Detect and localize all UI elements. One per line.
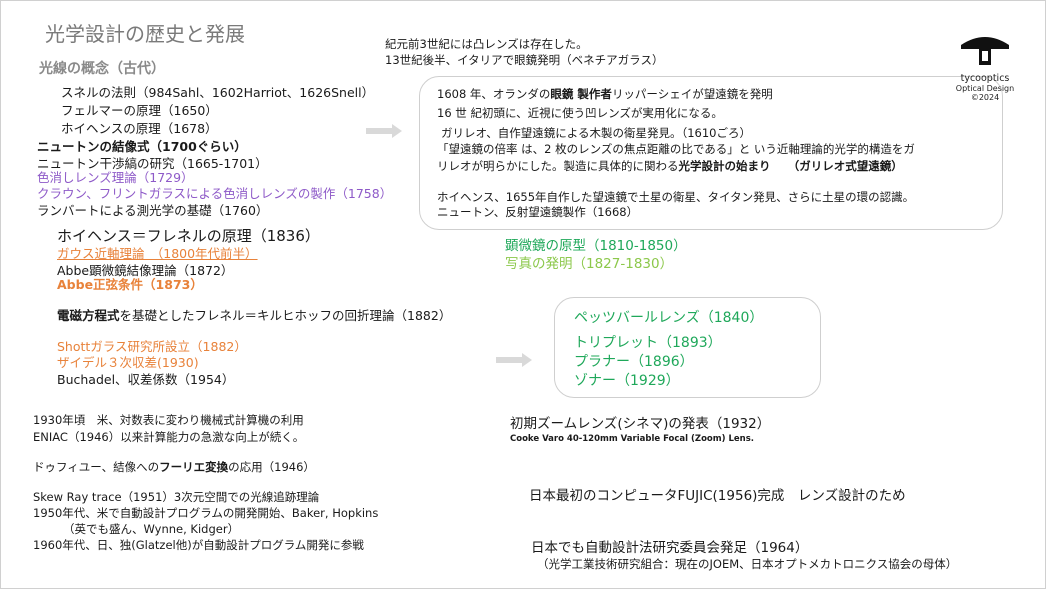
seidel-aberration: ザイデル３次収差(1930) — [57, 355, 199, 370]
auto-design-us: 1950年代、米で自動設計プログラムの開発開始、Baker, Hopkins — [33, 506, 379, 520]
snell-law: スネルの法則（984Sahl、1602Harriot、1626Snell） — [61, 85, 375, 100]
petzval-lens: ペッツバールレンズ（1840） — [574, 310, 764, 326]
huygens-titan: ホイヘンス、1655年自作した望遠鏡で土星の衛星、タイタン発見、さらに土星の環の… — [437, 190, 915, 204]
schott-institute: Shottガラス研究所設立（1882） — [57, 339, 247, 354]
computing-eniac: ENIAC（1946）以来計算能力の急激な向上が続く。 — [33, 430, 305, 444]
concave-lens: 16 世 紀初頭に、近視に使う凹レンズが実用化になる。 — [437, 106, 723, 120]
zoom-lens-subtitle: Cooke Varo 40-120mm Variable Focal (Zoom… — [510, 434, 754, 444]
tycooptics-logo-icon — [961, 37, 1009, 65]
huygens-principle: ホイヘンスの原理（1678） — [61, 121, 218, 136]
zoom-lens-title: 初期ズームレンズ(シネマ)の発表（1932） — [510, 416, 771, 432]
duffieux-pre: ドゥフィユー、結像への — [33, 460, 160, 474]
logo-name: tycooptics — [960, 73, 1010, 84]
logo-sub: Optical Design — [955, 84, 1015, 93]
photography-invention: 写真の発明（1827-1830） — [505, 256, 674, 272]
newton-imaging: ニュートンの結像式（1700ぐらい） — [37, 139, 247, 154]
fermat-principle: フェルマーの原理（1650） — [61, 103, 218, 118]
crown-flint-achromat: クラウン、フリントガラスによる色消しレンズの製作（1758） — [37, 186, 393, 201]
page-title: 光学設計の歴史と発展 — [45, 22, 245, 46]
computing-1930: 1930年頃 米、対数表に変わり機械式計算機の利用 — [33, 413, 304, 427]
newton-reflector: ニュートン、反射望遠鏡製作（1668） — [437, 205, 639, 219]
section-subtitle: 光線の概念（古代） — [39, 61, 165, 77]
eyeglass-invention: 13世紀後半、イタリアで眼鏡発明（ベネチアガラス） — [385, 53, 664, 67]
sonnar-lens: ゾナー（1929） — [574, 373, 680, 389]
telescope-invention: 1608 年、オランダの眼鏡 製作者リッパーシェイが望遠鏡を発明 — [437, 87, 773, 101]
slide: 光学設計の歴史と発展 光線の概念（古代） スネルの法則（984Sahl、1602… — [0, 0, 1046, 589]
achromat-theory: 色消しレンズ理論（1729） — [37, 170, 194, 185]
telescope-magnification: 「望遠鏡の倍率 は、2 枚のレンズの焦点距離の比である」と いう近軸理論的光学的… — [437, 142, 915, 156]
abbe-sine-condition: Abbe正弦条件（1873） — [57, 277, 203, 292]
skew-ray-trace: Skew Ray trace（1951）3次元空間での光線追跡理論 — [33, 490, 320, 504]
auto-design-uk: （英でも盛ん、Wynne, Kidger） — [63, 522, 240, 536]
lambert-photometry: ランバートによる測光学の基礎（1760） — [37, 203, 269, 218]
auto-design-jp-de: 1960年代、日、独(Glatzel他)が自動設計プログラム開発に参戦 — [33, 538, 364, 552]
duffieux-post: の応用（1946） — [228, 460, 315, 474]
optical-start-c: （ガリレオ式望遠鏡） — [770, 159, 903, 173]
telescope-l1b: 眼鏡 製作者 — [550, 87, 612, 101]
telescope-l1c: リッパーシェイが望遠鏡を発明 — [611, 87, 773, 101]
tycooptics-logo: tycooptics Optical Design ©2024 — [955, 31, 1015, 102]
galileo-discovery: ガリレオ、自作望遠鏡による木製の衛星発見。（1610ごろ） — [441, 126, 751, 140]
maxwell-bold: 電磁方程式 — [57, 308, 120, 323]
planar-lens: プラナー（1896） — [574, 354, 694, 370]
optical-design-start: リレオが明らかにした。製造に具体的に関わる光学設計の始まり （ガリレオ式望遠鏡） — [437, 159, 903, 173]
duffieux-fourier: ドゥフィユー、結像へのフーリエ変換の応用（1946） — [33, 460, 315, 474]
huygens-fresnel: ホイヘンス＝フレネルの原理（1836） — [57, 227, 320, 245]
gauss-paraxial: ガウス近軸理論 （1800年代前半） — [57, 246, 258, 261]
convex-lens-note: 紀元前3世紀には凸レンズは存在した。 — [385, 37, 588, 51]
triplet-lens: トリプレット（1893） — [574, 335, 722, 351]
optical-start-a: リレオが明らかにした。製造に具体的に関わる — [437, 159, 679, 173]
committee-note: （光学工業技術研究組合：現在のJOEM、日本オプトメカトロニクス協会の母体） — [537, 557, 958, 571]
maxwell-kirchhoff: 電磁方程式を基礎としたフレネル＝キルヒホッフの回折理論（1882） — [57, 308, 452, 323]
auto-design-committee: 日本でも自動設計法研究委員会発足（1964） — [531, 540, 809, 556]
optical-start-b: 光学設計の始まり — [678, 159, 771, 173]
maxwell-rest: を基礎としたフレネル＝キルヒホッフの回折理論（1882） — [119, 308, 452, 323]
telescope-l1a: 1608 年、オランダの — [437, 87, 551, 101]
logo-year: ©2024 — [970, 93, 1000, 102]
microscope-prototype: 顕微鏡の原型（1810-1850） — [505, 238, 687, 254]
buchadel-coefficient: Buchadel、収差係数（1954） — [57, 372, 235, 387]
fujic-computer: 日本最初のコンピュータFUJIC(1956)完成 レンズ設計のため — [529, 488, 906, 504]
duffieux-bold: フーリエ変換 — [159, 460, 229, 474]
